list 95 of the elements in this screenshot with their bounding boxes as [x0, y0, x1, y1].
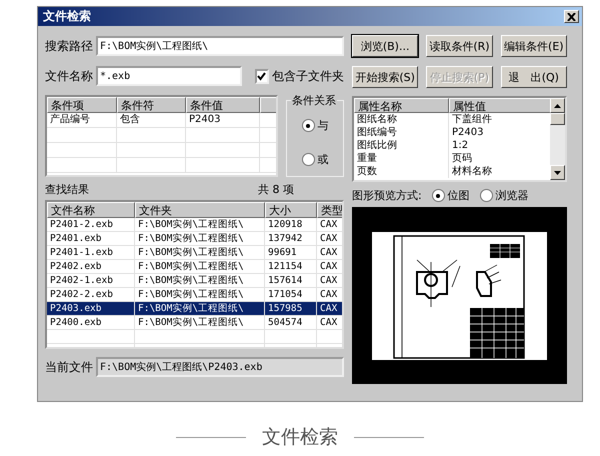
table-cell: 图纸名称	[354, 113, 449, 126]
table-cell: 157614	[265, 274, 317, 287]
checkbox-label: 包含子文件夹	[272, 68, 344, 84]
column-header[interactable]: 大小	[265, 202, 317, 218]
column-header[interactable]: 条件符	[117, 97, 186, 113]
radio-label: 与	[318, 118, 328, 134]
table-cell: 产品编号	[47, 113, 117, 127]
table-cell-text: 页码	[451, 152, 473, 165]
column-header[interactable]: 条件值	[186, 97, 260, 113]
search-path-field[interactable]: F:\BOM实例\工程图纸\	[96, 36, 344, 56]
table-row[interactable]: P2401-2.exb F:\BOM实例\工程图纸\ 120918 CAX	[47, 218, 342, 232]
table-cell-text: CAX	[319, 302, 338, 315]
table-cell-text: CAX	[319, 260, 338, 273]
table-cell: 171054	[265, 288, 317, 301]
table-cell: 99691	[265, 246, 317, 259]
table-cell: 页数	[354, 165, 449, 178]
radio-label: 位图	[448, 188, 470, 203]
table-cell: P2402-2.exb	[47, 288, 135, 301]
table-cell: F:\BOM实例\工程图纸\	[135, 288, 265, 301]
radio-button[interactable]	[432, 189, 445, 202]
table-cell-text: CAX	[319, 232, 338, 245]
table-cell-text: P2403	[451, 126, 484, 139]
table-cell: 137942	[265, 232, 317, 245]
radio-button[interactable]	[302, 119, 314, 132]
scroll-down-button[interactable]	[550, 165, 565, 180]
table-row[interactable]: P2402.exb F:\BOM实例\工程图纸\ 121154 CAX	[47, 260, 342, 274]
column-header[interactable]: 文件名称	[47, 202, 135, 218]
table-cell: F:\BOM实例\工程图纸\	[135, 302, 265, 315]
table-cell: P2401-2.exb	[47, 218, 135, 231]
dialog-button[interactable]: 读取条件(R)	[426, 35, 493, 57]
table-cell: 重量	[354, 152, 449, 165]
table-cell-text: 材料名称	[451, 165, 493, 178]
table-cell: 120918	[265, 218, 317, 231]
table-row[interactable]: P2403.exb F:\BOM实例\工程图纸\ 157985 CAX	[47, 302, 342, 316]
table-cell: 121154	[265, 260, 317, 273]
table-cell: 包含	[117, 113, 186, 127]
table-cell: P2402.exb	[47, 260, 135, 273]
table-cell-text: CAX	[319, 274, 338, 287]
close-button[interactable]	[564, 10, 579, 23]
file-name-field[interactable]: *.exb	[96, 66, 242, 86]
table-cell: 图纸比例	[354, 139, 449, 152]
down-arrow-icon	[554, 170, 561, 174]
table-row[interactable]: P2400.exb F:\BOM实例\工程图纸\ 504574 CAX	[47, 316, 342, 330]
table-cell: P2401-1.exb	[47, 246, 135, 259]
checkbox[interactable]	[254, 68, 269, 84]
table-cell: P2400.exb	[47, 316, 135, 329]
table-cell: F:\BOM实例\工程图纸\	[135, 232, 265, 245]
dialog-button[interactable]: 开始搜索(S)	[352, 66, 418, 88]
column-header[interactable]: 属性值	[449, 98, 550, 113]
table-cell: 157985	[265, 302, 317, 315]
table-row[interactable]: P2401.exb F:\BOM实例\工程图纸\ 137942 CAX	[47, 232, 342, 246]
up-arrow-icon	[554, 104, 561, 108]
radio-button[interactable]	[302, 152, 314, 166]
dialog-button[interactable]: 浏览(B)...	[352, 35, 418, 57]
current-file-field[interactable]: F:\BOM实例\工程图纸\P2403.exb	[96, 357, 344, 377]
table-row[interactable]: P2402-1.exb F:\BOM实例\工程图纸\ 157614 CAX	[47, 274, 342, 288]
column-header[interactable]: 属性名称	[354, 98, 449, 113]
table-cell: P2403.exb	[47, 302, 135, 315]
result-count: 共 8 项	[258, 182, 294, 197]
table-cell: F:\BOM实例\工程图纸\	[135, 260, 265, 273]
table-cell: F:\BOM实例\工程图纸\	[135, 218, 265, 231]
figure-caption: 文件检索	[262, 425, 338, 450]
table-cell: F:\BOM实例\工程图纸\	[135, 274, 265, 287]
table-cell: 504574	[265, 316, 317, 329]
vertical-scrollbar[interactable]	[550, 98, 565, 180]
table-cell: P2402-1.exb	[47, 274, 135, 287]
radio-button[interactable]	[480, 189, 493, 202]
preview-mode-label: 图形预览方式:	[352, 188, 422, 203]
table-cell-text: CAX	[319, 316, 338, 329]
column-header[interactable]: 文件夹	[135, 202, 265, 218]
section-label: 查找结果	[45, 182, 89, 197]
table-cell-text: CAX	[319, 288, 338, 301]
table-cell-text: 下盖组件	[451, 113, 493, 126]
dialog-button[interactable]: 编辑条件(E)	[500, 35, 567, 57]
table-row[interactable]: P2401-1.exb F:\BOM实例\工程图纸\ 99691 CAX	[47, 246, 342, 260]
table-cell: F:\BOM实例\工程图纸\	[135, 246, 265, 259]
field-label: 当前文件	[45, 358, 93, 376]
scroll-thumb[interactable]	[550, 113, 565, 125]
field-label: 搜索路径	[45, 38, 93, 54]
table-cell: F:\BOM实例\工程图纸\	[135, 316, 265, 329]
radio-label: 浏览器	[496, 188, 529, 203]
window-title: 文件检索	[43, 8, 91, 25]
radio-label: 或	[318, 152, 328, 167]
table-cell-text: CAX	[319, 246, 338, 259]
table-cell: P2403	[186, 113, 260, 127]
column-header[interactable]: 条件项	[47, 97, 117, 113]
table-cell: P2401.exb	[47, 232, 135, 245]
field-label: 文件名称	[45, 68, 93, 84]
scroll-up-button[interactable]	[550, 98, 565, 113]
table-cell-text: 1:2	[451, 139, 470, 152]
close-icon	[567, 12, 576, 20]
table-cell-text: CAX	[319, 218, 338, 231]
dialog-button[interactable]: 退 出(Q)	[500, 66, 567, 88]
table-cell: 图纸编号	[354, 126, 449, 139]
group-title: 条件关系	[291, 93, 337, 108]
